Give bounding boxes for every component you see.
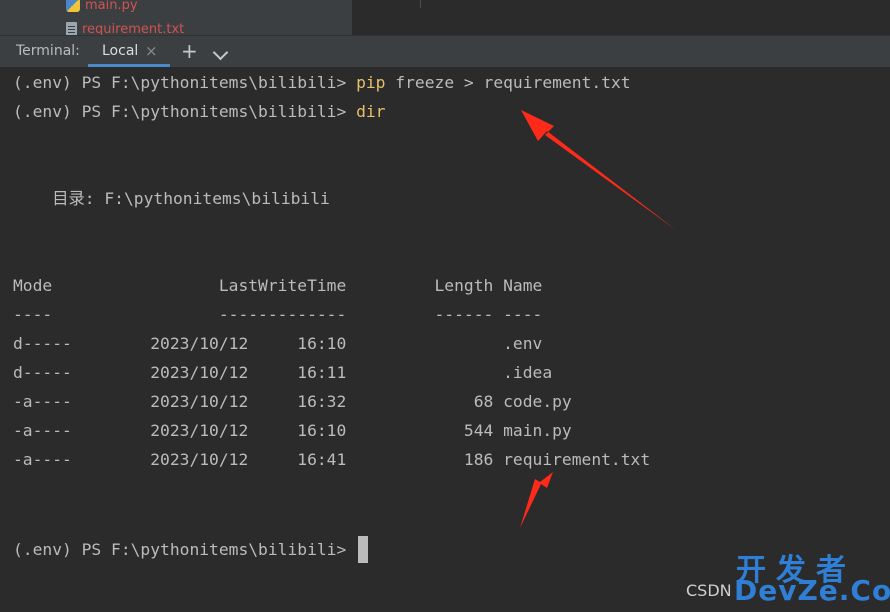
tree-item-main-py[interactable]: main.py — [66, 0, 138, 13]
prompt: (.env) PS F:\pythonitems\bilibili> — [13, 73, 357, 92]
python-file-icon — [66, 0, 80, 12]
terminal-tab-bar: Terminal: Local × + — [0, 35, 890, 68]
prompt: (.env) PS F:\pythonitems\bilibili> — [13, 540, 357, 559]
text-file-icon — [66, 22, 77, 35]
listing-header: Mode LastWriteTime Length Name — [13, 276, 543, 295]
listing-separator: ---- ------------- ------ ---- — [13, 305, 543, 324]
command-pip: pip — [356, 73, 386, 92]
listing-row: -a---- 2023/10/12 16:32 68 code.py — [13, 392, 572, 411]
watermark-csdn: CSDN — [686, 581, 732, 600]
listing-row: d----- 2023/10/12 16:10 .env — [13, 334, 543, 353]
editor-divider — [420, 0, 421, 8]
text-cursor — [358, 536, 369, 563]
tab-local[interactable]: Local × — [88, 36, 170, 67]
final-prompt-line: (.env) PS F:\pythonitems\bilibili> — [13, 536, 369, 563]
tab-label: Local — [102, 43, 139, 59]
listing-row: -a---- 2023/10/12 16:41 186 requirement.… — [13, 450, 651, 469]
command-dir: dir — [356, 102, 386, 121]
watermark-brand-en: DevZe.CoM — [734, 574, 890, 607]
prompt: (.env) PS F:\pythonitems\bilibili> — [13, 102, 357, 121]
terminal-output[interactable]: (.env) PS F:\pythonitems\bilibili> pip f… — [0, 67, 890, 612]
terminal-title: Terminal: — [16, 43, 80, 59]
add-icon[interactable]: + — [181, 39, 198, 63]
tree-item-requirement-txt[interactable]: requirement.txt — [66, 21, 184, 35]
close-icon[interactable]: × — [145, 42, 158, 60]
tree-item-label: requirement.txt — [82, 21, 185, 36]
chevron-down-icon[interactable] — [212, 44, 229, 61]
listing-row: -a---- 2023/10/12 16:10 544 main.py — [13, 421, 572, 440]
listing-row: d----- 2023/10/12 16:11 .idea — [13, 363, 553, 382]
directory-line: 目录: F:\pythonitems\bilibili — [13, 189, 330, 208]
tree-item-label: main.py — [85, 0, 138, 13]
command-line-dir: (.env) PS F:\pythonitems\bilibili> dir — [13, 102, 386, 122]
command-args: freeze > requirement.txt — [385, 73, 631, 92]
project-tree: main.py requirement.txt — [0, 0, 890, 35]
editor-area — [353, 0, 890, 35]
command-line-pip: (.env) PS F:\pythonitems\bilibili> pip f… — [13, 73, 631, 93]
